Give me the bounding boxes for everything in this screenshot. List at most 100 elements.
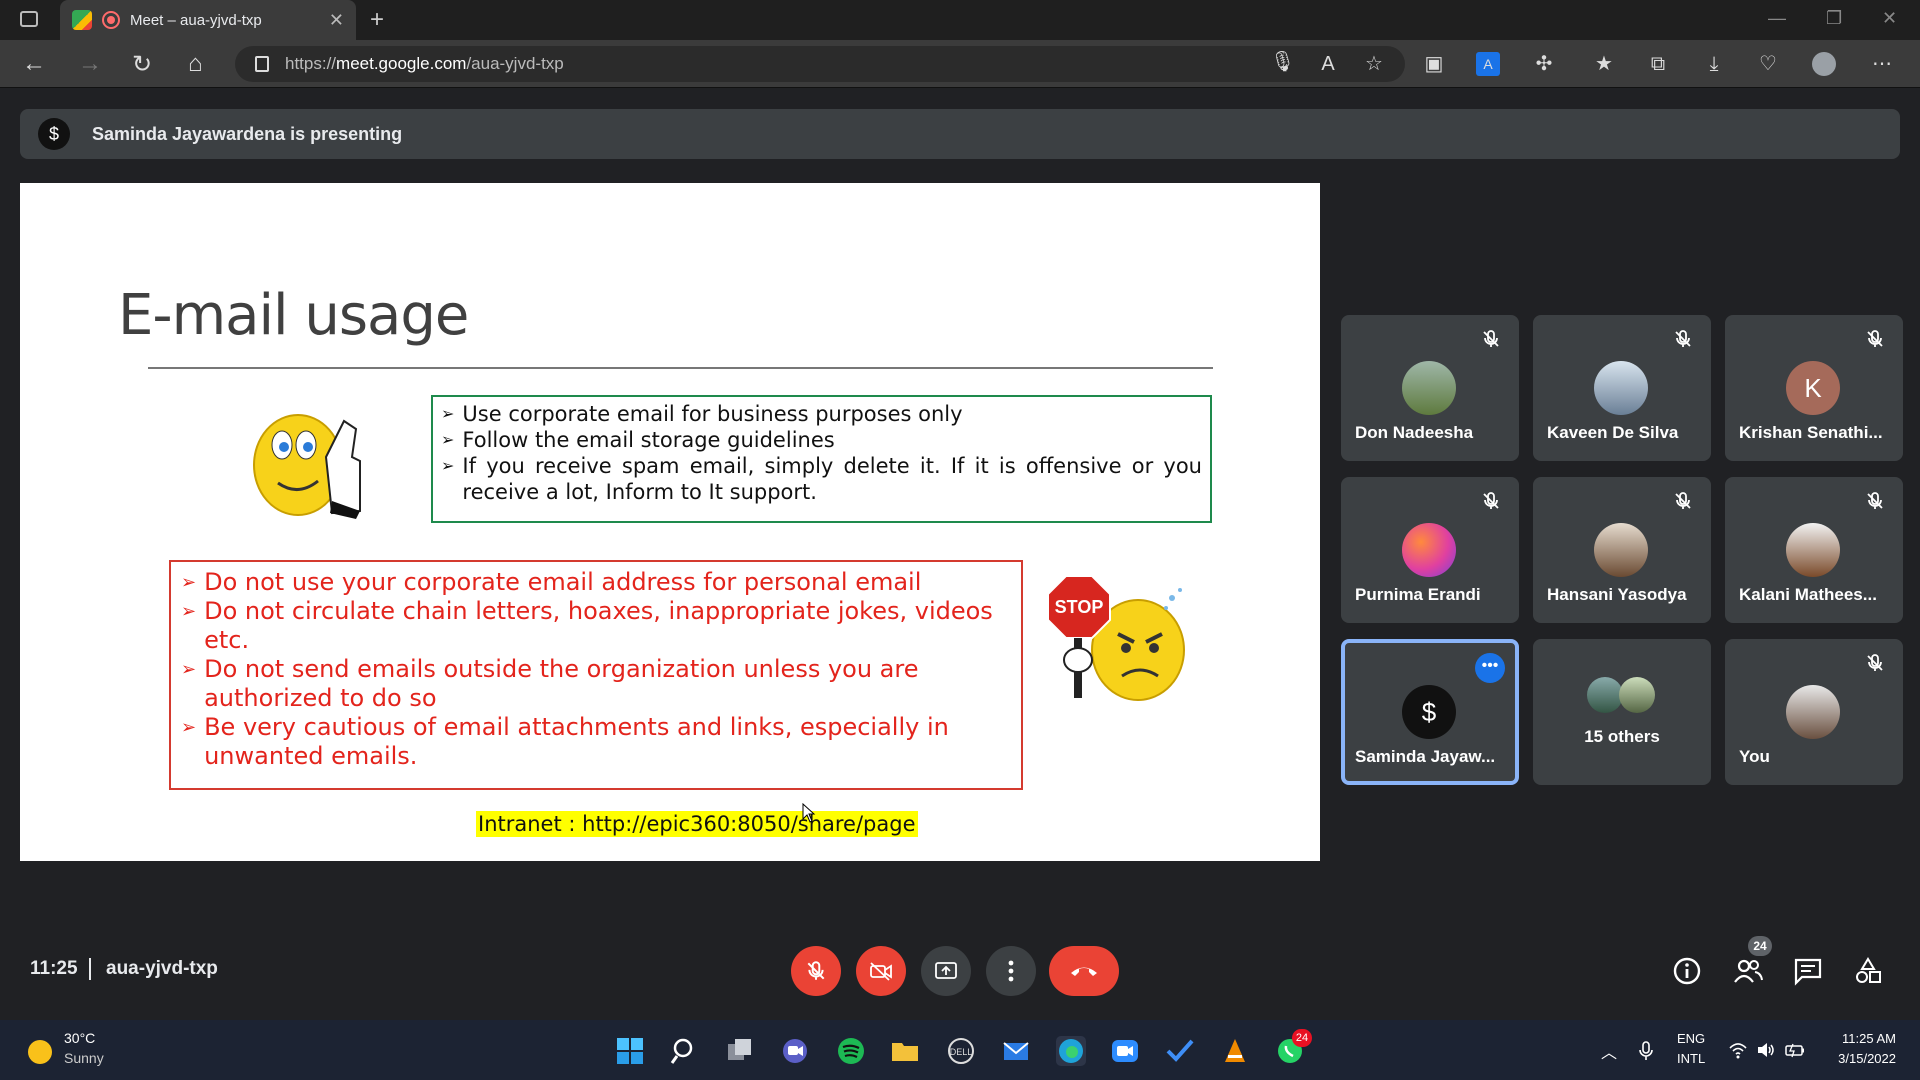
read-aloud-icon[interactable]: A: [1316, 52, 1340, 76]
mic-off-icon: [1867, 654, 1883, 671]
participant-tile[interactable]: Don Nadeesha: [1341, 315, 1519, 461]
participant-tile-presenter[interactable]: ••• $ Saminda Jayaw...: [1341, 639, 1519, 785]
hang-up-icon: [1071, 967, 1097, 976]
chevron-up-icon[interactable]: ︿: [1601, 1039, 1617, 1063]
task-view-icon[interactable]: [725, 1036, 755, 1066]
language-line2[interactable]: INTL: [1677, 1051, 1705, 1066]
settings-more-icon[interactable]: ⋯: [1870, 52, 1894, 76]
mic-toggle-button[interactable]: [791, 946, 841, 996]
whatsapp-badge: 24: [1292, 1029, 1312, 1047]
good-practices-box: ➢ Use corporate email for business purpos…: [431, 395, 1212, 523]
mic-off-icon: [1483, 330, 1499, 347]
downloads-icon[interactable]: ⤓: [1702, 52, 1726, 76]
activities-icon[interactable]: [1853, 956, 1883, 986]
minimize-button[interactable]: —: [1768, 8, 1786, 29]
meeting-details-icon[interactable]: [1672, 956, 1702, 986]
refresh-button[interactable]: ↻: [132, 50, 152, 79]
avatar: [1594, 523, 1648, 577]
slide-divider: [148, 367, 1213, 369]
presenter-avatar: $: [38, 118, 70, 150]
avatar: [1786, 685, 1840, 739]
list-item: ➢ If you receive spam email, simply delet…: [441, 454, 1202, 504]
favorites-icon[interactable]: ★: [1592, 52, 1616, 76]
add-favorite-icon[interactable]: ☆: [1362, 52, 1386, 76]
participant-name: Don Nadeesha: [1355, 423, 1474, 442]
home-button[interactable]: ⌂: [188, 50, 203, 78]
meeting-code: aua-yjvd-txp: [106, 958, 218, 979]
translate-icon[interactable]: A: [1476, 52, 1500, 76]
list-item: ➢ Do not circulate chain letters, hoaxes,…: [181, 597, 993, 654]
chat-icon[interactable]: [1793, 956, 1823, 986]
list-item: ➢ Do not use your corporate email address…: [181, 568, 922, 596]
participant-tile[interactable]: K Krishan Senathi...: [1725, 315, 1903, 461]
url-bar[interactable]: https://meet.google.com/aua-yjvd-txp: [235, 46, 1405, 82]
mic-off-icon: [1867, 492, 1883, 509]
clock-date[interactable]: 3/15/2022: [1832, 1051, 1896, 1066]
zoom-app-icon[interactable]: [1110, 1036, 1140, 1066]
spotify-icon[interactable]: [836, 1036, 866, 1066]
list-item: ➢ Use corporate email for business purpos…: [441, 402, 963, 426]
microphone-icon[interactable]: 🎙: [1270, 50, 1295, 74]
search-icon[interactable]: [670, 1036, 700, 1066]
camera-toggle-button[interactable]: [856, 946, 906, 996]
restore-button[interactable]: ❐: [1826, 8, 1842, 29]
new-tab-button[interactable]: +: [370, 6, 384, 34]
file-explorer-icon[interactable]: [890, 1036, 920, 1066]
back-button[interactable]: ←: [22, 50, 46, 78]
clock-time[interactable]: 11:25 AM: [1832, 1031, 1896, 1046]
vlc-icon[interactable]: [1220, 1036, 1250, 1066]
divider: [89, 958, 91, 980]
address-toolbar: ← → ↻ ⌂ https://meet.google.com/aua-yjvd…: [0, 40, 1920, 88]
present-screen-button[interactable]: [921, 946, 971, 996]
participant-tile[interactable]: Purnima Erandi: [1341, 477, 1519, 623]
todo-icon[interactable]: [1165, 1036, 1195, 1066]
stop-sign-smiley-icon: STOP: [1047, 575, 1185, 701]
weather-condition[interactable]: Sunny: [64, 1050, 104, 1066]
more-vert-icon: [1008, 960, 1014, 982]
weather-temperature[interactable]: 30°C: [64, 1030, 95, 1046]
participant-tile[interactable]: Hansani Yasodya: [1533, 477, 1711, 623]
microphone-icon[interactable]: [1636, 1040, 1656, 1062]
more-options-button[interactable]: [986, 946, 1036, 996]
wifi-icon[interactable]: [1728, 1040, 1748, 1060]
mail-icon[interactable]: [1001, 1036, 1031, 1066]
edge-browser-icon[interactable]: [1056, 1036, 1086, 1066]
participant-name: Kaveen De Silva: [1547, 423, 1679, 442]
list-item: ➢ Do not send emails outside the organiza…: [181, 655, 919, 712]
collections-icon[interactable]: ⧉: [1646, 52, 1670, 76]
people-icon[interactable]: [1733, 956, 1763, 986]
leave-call-button[interactable]: [1049, 946, 1119, 996]
participant-tile-self[interactable]: You: [1725, 639, 1903, 785]
presentation-slide: E-mail usage ➢ Use corporate email for bu…: [20, 183, 1320, 861]
screen-share-icon[interactable]: ▣: [1422, 52, 1446, 76]
profile-avatar[interactable]: [1812, 52, 1836, 76]
browser-essentials-icon[interactable]: ♡: [1756, 52, 1780, 76]
extensions-icon[interactable]: ✣: [1532, 52, 1556, 76]
volume-icon[interactable]: [1756, 1040, 1776, 1060]
windows-start-icon[interactable]: [615, 1036, 645, 1066]
participant-name: Saminda Jayaw...: [1355, 747, 1496, 766]
language-line1[interactable]: ENG: [1677, 1031, 1705, 1046]
browser-tab-meet[interactable]: Meet – aua-yjvd-txp ✕: [60, 0, 356, 40]
more-options-icon[interactable]: •••: [1475, 653, 1505, 683]
participant-name: Purnima Erandi: [1355, 585, 1481, 604]
avatar: K: [1786, 361, 1840, 415]
avatar: [1594, 361, 1648, 415]
lock-icon: [255, 56, 269, 72]
url-text: https://meet.google.com/aua-yjvd-txp: [285, 54, 564, 73]
close-window-button[interactable]: ✕: [1882, 8, 1897, 29]
dell-icon[interactable]: DELL: [946, 1036, 976, 1066]
participant-tile[interactable]: Kalani Mathees...: [1725, 477, 1903, 623]
list-item: ➢ Follow the email storage guidelines: [441, 428, 835, 452]
sidebar-toggle-icon[interactable]: [20, 11, 38, 27]
camera-off-icon: [870, 962, 892, 981]
list-item: ➢ Be very cautious of email attachments a…: [181, 713, 949, 770]
teams-chat-icon[interactable]: [780, 1036, 810, 1066]
meet-favicon-icon: [72, 10, 92, 30]
participant-tile[interactable]: Kaveen De Silva: [1533, 315, 1711, 461]
others-tile[interactable]: 15 others: [1533, 639, 1711, 785]
tab-close-icon[interactable]: ✕: [329, 10, 344, 31]
battery-icon[interactable]: [1784, 1040, 1806, 1060]
present-screen-icon: [935, 962, 957, 979]
forward-button[interactable]: →: [78, 50, 102, 78]
